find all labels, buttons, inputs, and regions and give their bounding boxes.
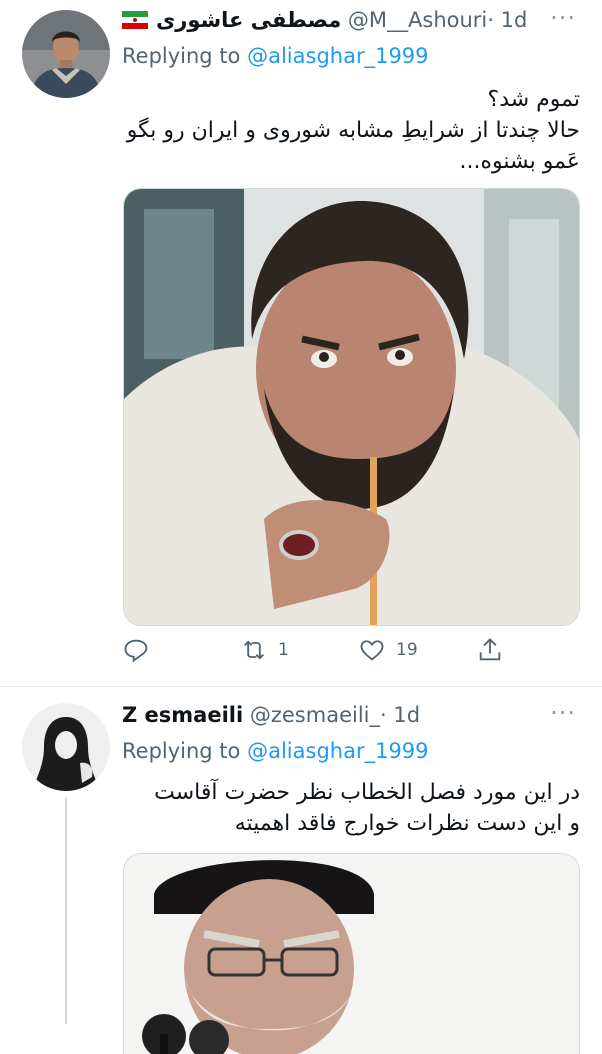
tweet-text-line: و این دست نظرات خوارج فاقد اهمیته: [234, 811, 580, 836]
replying-to: Replying to @aliasghar_1999: [122, 739, 429, 763]
like-count: 19: [396, 640, 418, 660]
display-name[interactable]: Z esmaeili: [122, 703, 243, 727]
timestamp[interactable]: · 1d: [380, 703, 420, 727]
tweet-photo[interactable]: [123, 188, 580, 626]
iran-flag-icon: [122, 10, 148, 29]
tweet-1[interactable]: مصطفی عاشوری @M__Ashouri· 1d ··· Replyin…: [0, 0, 602, 686]
replying-to: Replying to @aliasghar_1999: [122, 44, 429, 68]
user-handle[interactable]: @M__Ashouri: [348, 8, 487, 32]
display-name[interactable]: مصطفی عاشوری: [156, 8, 341, 32]
tweet-text-line: حالا چندتا از شرایطِ مشابه شوروی و ایران…: [126, 118, 580, 143]
retweet-button[interactable]: 1: [240, 636, 289, 664]
mention-link[interactable]: @aliasghar_1999: [247, 739, 428, 763]
more-icon[interactable]: ···: [550, 4, 576, 32]
reply-button[interactable]: [122, 636, 160, 664]
thread-line: [65, 797, 67, 1024]
replying-prefix: Replying to: [122, 739, 241, 763]
more-icon[interactable]: ···: [550, 699, 576, 727]
tweet-2[interactable]: Z esmaeili @zesmaeili_· 1d ··· Replying …: [0, 687, 602, 1054]
share-icon: [479, 638, 501, 661]
user-handle[interactable]: @zesmaeili_: [250, 703, 380, 727]
share-button[interactable]: [476, 636, 504, 664]
timestamp[interactable]: · 1d: [487, 8, 527, 32]
retweet-count: 1: [278, 640, 289, 660]
like-icon: [360, 640, 384, 661]
avatar[interactable]: [22, 10, 110, 98]
tweet-text-line: عَمو بشنوه...: [459, 149, 580, 174]
tweet-header: مصطفی عاشوری @M__Ashouri· 1d: [122, 8, 582, 40]
tweet-text-line: تموم شد؟: [487, 87, 580, 112]
tweet-text-line: در این مورد فصل الخطاب نظر حضرت آقاست: [154, 780, 580, 805]
tweet-actions: 1 19: [122, 636, 522, 666]
mention-link[interactable]: @aliasghar_1999: [247, 44, 428, 68]
retweet-icon: [244, 640, 264, 660]
tweet-header: Z esmaeili @zesmaeili_· 1d: [122, 703, 582, 735]
reply-icon: [124, 639, 148, 663]
tweet-text: تموم شد؟ حالا چندتا از شرایطِ مشابه شورو…: [122, 84, 580, 177]
avatar[interactable]: [22, 703, 110, 791]
like-button[interactable]: 19: [358, 636, 418, 664]
tweet-text: در این مورد فصل الخطاب نظر حضرت آقاست و …: [122, 777, 580, 839]
replying-prefix: Replying to: [122, 44, 241, 68]
